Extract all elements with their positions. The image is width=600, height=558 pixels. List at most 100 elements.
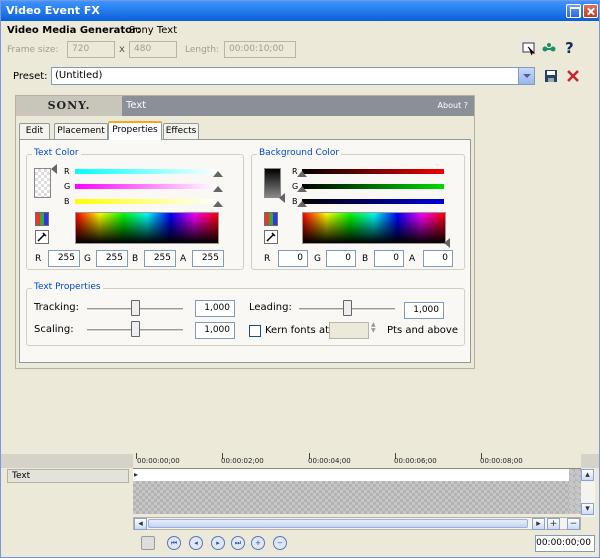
help-icon[interactable]: ?: [565, 39, 574, 57]
bg-a-field[interactable]: 0: [423, 250, 453, 267]
text-r-field[interactable]: 255: [48, 250, 80, 267]
kern-fonts-label: Kern fonts at:: [265, 325, 333, 336]
channel-g-label: G: [64, 182, 71, 191]
text-r-label: R: [35, 254, 42, 264]
bg-alpha-marker-icon[interactable]: [279, 193, 285, 203]
maximize-icon[interactable]: [566, 4, 581, 18]
scroll-down-icon[interactable]: ▾: [581, 503, 594, 515]
delete-keyframe-icon[interactable]: −: [273, 536, 287, 550]
sony-logo: SONY.: [47, 99, 91, 112]
scroll-left-icon[interactable]: ◂: [134, 518, 147, 530]
text-a-field[interactable]: 255: [192, 250, 224, 267]
frame-size-label: Frame size:: [7, 45, 59, 55]
ruler-label-1: 00:00:02;00: [221, 457, 264, 465]
tab-edit[interactable]: Edit: [19, 123, 50, 139]
bg-b-field[interactable]: 0: [374, 250, 404, 267]
bg-green-channel-slider[interactable]: [302, 184, 444, 189]
tab-placement[interactable]: Placement: [54, 123, 108, 139]
bg-a-label: A: [409, 254, 416, 264]
plugin-title: Text: [126, 100, 147, 111]
bg-blue-marker-icon[interactable]: [297, 201, 307, 207]
delete-preset-icon[interactable]: [566, 69, 580, 83]
save-preset-icon[interactable]: [544, 69, 558, 83]
bg-r-field[interactable]: 0: [278, 250, 308, 267]
horizontal-scroll-thumb[interactable]: [148, 519, 528, 528]
track-header[interactable]: Text: [7, 469, 129, 483]
text-b-field[interactable]: 255: [144, 250, 176, 267]
ruler-label-0: 00:00:00;00: [137, 457, 180, 465]
track-keyframe-row[interactable]: [133, 469, 569, 481]
scroll-up-icon[interactable]: ▴: [581, 469, 594, 481]
text-b-label: B: [132, 254, 139, 264]
frame-height-field: 480: [129, 41, 177, 58]
bg-g-field[interactable]: 0: [326, 250, 356, 267]
last-keyframe-icon[interactable]: ⏭: [231, 536, 245, 550]
background-color-spectrum[interactable]: [302, 212, 446, 244]
add-keyframe-icon[interactable]: +: [251, 536, 265, 550]
leading-slider-thumb[interactable]: [343, 300, 352, 316]
bg-color-palette-icon[interactable]: [264, 212, 278, 226]
blue-marker-icon[interactable]: [213, 201, 223, 207]
transport-bar: ⏮ ◂ ▸ ⏭ + −: [133, 533, 535, 553]
horizontal-scrollbar[interactable]: ◂ ▸ + −: [133, 517, 581, 530]
bg-b-label: B: [362, 254, 369, 264]
red-marker-icon[interactable]: [213, 171, 223, 177]
scaling-field[interactable]: 1,000: [195, 322, 235, 339]
text-color-title: Text Color: [32, 148, 81, 158]
tracking-field[interactable]: 1,000: [195, 300, 235, 317]
eyedropper-icon[interactable]: [35, 230, 49, 244]
zoom-in-icon[interactable]: +: [547, 518, 560, 530]
tab-effects[interactable]: Effects: [163, 123, 199, 139]
close-icon[interactable]: [583, 4, 598, 18]
plugin-chain-icon[interactable]: [542, 42, 556, 56]
color-palette-icon[interactable]: [35, 212, 49, 226]
channel-r-label: R: [64, 167, 70, 176]
about-link[interactable]: About ?: [438, 96, 468, 116]
red-channel-slider[interactable]: [75, 169, 217, 174]
properties-panel: Text Color R G B R 255 G 255 B 255 A 255…: [19, 139, 471, 363]
generator-name: Sony Text: [129, 25, 178, 36]
timeline-ruler[interactable]: 00:00:00;00 00:00:02;00 00:00:04;00 00:0…: [133, 453, 581, 469]
next-keyframe-icon[interactable]: ▸: [211, 536, 225, 550]
chevron-down-icon[interactable]: [518, 68, 534, 84]
blue-channel-slider[interactable]: [75, 199, 217, 204]
select-media-icon[interactable]: [522, 42, 536, 56]
ruler-label-3: 00:00:06;00: [394, 457, 437, 465]
text-color-swatch[interactable]: [34, 168, 51, 198]
track-area[interactable]: [133, 481, 569, 514]
timecode-field[interactable]: 00:00:00;00: [535, 535, 595, 552]
video-event-fx-window: Video Event FX Video Media Generator: So…: [0, 0, 600, 558]
leading-field[interactable]: 1,000: [404, 302, 444, 319]
preset-dropdown[interactable]: (Untitled): [51, 67, 535, 85]
green-marker-icon[interactable]: [213, 186, 223, 192]
text-g-field[interactable]: 255: [96, 250, 128, 267]
leading-label: Leading:: [249, 302, 292, 313]
tab-properties[interactable]: Properties: [108, 121, 162, 140]
spectrum-marker-icon[interactable]: [444, 238, 450, 248]
kern-suffix-label: Pts and above: [387, 325, 458, 336]
ruler-label-2: 00:00:04;00: [308, 457, 351, 465]
kern-fonts-checkbox[interactable]: [249, 325, 261, 337]
background-color-title: Background Color: [257, 148, 342, 158]
scroll-right-icon[interactable]: ▸: [532, 518, 545, 530]
vertical-scrollbar[interactable]: ▴ ▾: [581, 469, 595, 517]
frame-x-label: x: [119, 44, 125, 55]
bg-eyedropper-icon[interactable]: [264, 230, 278, 244]
tracking-slider-thumb[interactable]: [131, 300, 140, 316]
alpha-marker-icon[interactable]: [51, 164, 57, 174]
bg-blue-channel-slider[interactable]: [302, 199, 444, 204]
lock-icon[interactable]: [141, 536, 155, 550]
green-channel-slider[interactable]: [75, 184, 217, 189]
first-keyframe-icon[interactable]: ⏮: [167, 536, 181, 550]
bg-green-marker-icon[interactable]: [297, 186, 307, 192]
text-properties-title: Text Properties: [32, 282, 103, 292]
bg-red-marker-icon[interactable]: [297, 171, 307, 177]
text-color-spectrum[interactable]: [75, 212, 219, 244]
window-title: Video Event FX: [6, 4, 100, 17]
previous-keyframe-icon[interactable]: ◂: [189, 536, 203, 550]
zoom-out-icon[interactable]: −: [567, 518, 580, 530]
bg-red-channel-slider[interactable]: [302, 169, 444, 174]
scaling-slider-thumb[interactable]: [131, 321, 140, 337]
kern-spinner-icon: ▲ ▼: [371, 321, 376, 334]
generator-label: Video Media Generator:: [7, 25, 141, 36]
